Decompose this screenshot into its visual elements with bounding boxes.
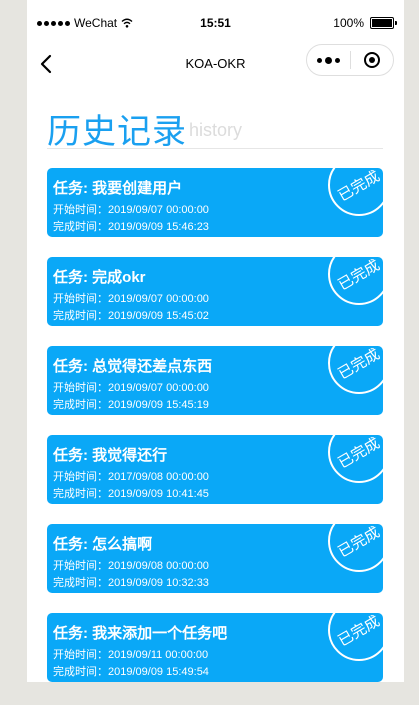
completed-stamp: 已完成 — [328, 613, 383, 661]
more-menu-icon[interactable] — [307, 56, 350, 64]
record-card[interactable]: 任务: 怎么搞啊 开始时间：2019/09/08 00:00:00 完成时间：2… — [47, 524, 383, 593]
record-card[interactable]: 任务: 我来添加一个任务吧 开始时间：2019/09/11 00:00:00 完… — [47, 613, 383, 682]
start-time: 开始时间：2019/09/07 00:00:00 — [53, 293, 209, 305]
phone-screen: WeChat 15:51 100% KOA-OKR 历史记录 history 任… — [27, 0, 404, 682]
record-card[interactable]: 任务: 完成okr 开始时间：2019/09/07 00:00:00 完成时间：… — [47, 257, 383, 326]
start-time: 开始时间：2019/09/07 00:00:00 — [53, 204, 209, 216]
task-title: 任务: 完成okr — [53, 269, 146, 286]
task-title: 任务: 我来添加一个任务吧 — [53, 625, 228, 642]
heading-title: 历史记录 — [47, 113, 187, 151]
close-mini-program-button[interactable] — [351, 52, 394, 68]
completed-stamp: 已完成 — [328, 168, 383, 216]
start-time: 开始时间：2019/09/08 00:00:00 — [53, 560, 209, 572]
completed-stamp: 已完成 — [328, 257, 383, 305]
record-card[interactable]: 任务: 我觉得还行 开始时间：2017/09/08 00:00:00 完成时间：… — [47, 435, 383, 504]
completed-stamp: 已完成 — [328, 435, 383, 483]
done-time: 完成时间：2019/09/09 10:41:45 — [53, 488, 209, 500]
heading-subtitle: history — [189, 120, 243, 140]
target-icon — [363, 52, 380, 68]
history-heading: 历史记录 history — [47, 102, 383, 151]
done-time: 完成时间：2019/09/09 15:45:02 — [53, 310, 209, 322]
nav-bar: KOA-OKR — [27, 44, 404, 84]
battery-icon — [370, 17, 397, 29]
done-time: 完成时间：2019/09/09 15:46:23 — [53, 221, 209, 233]
status-bar: WeChat 15:51 100% — [27, 0, 404, 44]
battery-group: 100% — [333, 16, 397, 30]
done-time: 完成时间：2019/09/09 10:32:33 — [53, 577, 209, 589]
record-card[interactable]: 任务: 总觉得还差点东西 开始时间：2019/09/07 00:00:00 完成… — [47, 346, 383, 415]
start-time: 开始时间：2019/09/11 00:00:00 — [53, 649, 209, 661]
mini-program-capsule — [306, 44, 394, 76]
record-card[interactable]: 任务: 我要创建用户 开始时间：2019/09/07 00:00:00 完成时间… — [47, 168, 383, 237]
task-title: 任务: 总觉得还差点东西 — [53, 358, 213, 375]
start-time: 开始时间：2017/09/08 00:00:00 — [53, 471, 209, 483]
completed-stamp: 已完成 — [328, 346, 383, 394]
done-time: 完成时间：2019/09/09 15:45:19 — [53, 399, 209, 411]
task-title: 任务: 怎么搞啊 — [53, 536, 153, 553]
start-time: 开始时间：2019/09/07 00:00:00 — [53, 382, 209, 394]
task-title: 任务: 我觉得还行 — [53, 447, 168, 464]
battery-percent: 100% — [333, 16, 364, 30]
done-time: 完成时间：2019/09/09 15:49:54 — [53, 666, 209, 678]
completed-stamp: 已完成 — [328, 524, 383, 572]
task-title: 任务: 我要创建用户 — [53, 180, 183, 197]
